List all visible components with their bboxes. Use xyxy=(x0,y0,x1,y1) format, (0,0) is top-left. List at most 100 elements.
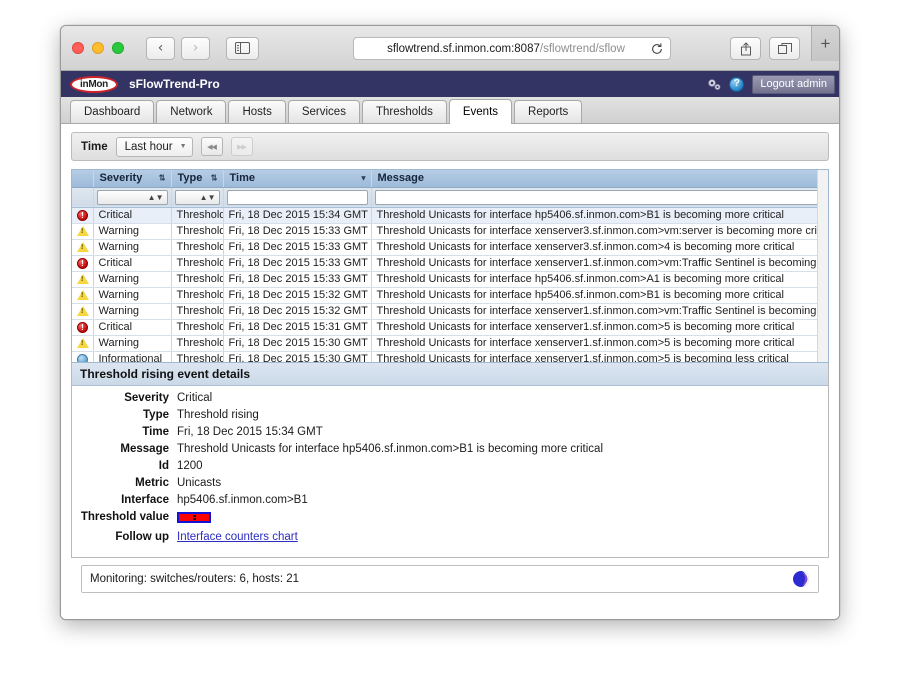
row-time: Fri, 18 Dec 2015 15:33 GMT xyxy=(223,271,372,288)
row-severity-icon-cell xyxy=(72,223,94,240)
table-row[interactable]: Warning Threshold Fri, 18 Dec 2015 15:30… xyxy=(72,335,828,352)
forward-button[interactable]: › xyxy=(181,36,210,60)
sidebar-toggle-button[interactable] xyxy=(226,36,259,60)
filter-severity-select[interactable]: ▲▼ xyxy=(96,189,168,205)
row-message: Threshold Unicasts for interface xenserv… xyxy=(371,351,828,362)
time-range-value: Last hour xyxy=(124,140,173,153)
detail-severity-label: Severity xyxy=(124,392,169,404)
row-severity: Warning xyxy=(93,223,172,240)
header-time[interactable]: Time ▾ xyxy=(223,170,372,188)
table-row[interactable]: ! Critical Threshold Fri, 18 Dec 2015 15… xyxy=(72,319,828,336)
warning-icon xyxy=(77,274,89,285)
app-header-controls: ? Logout admin xyxy=(706,71,835,97)
status-bar: Monitoring: switches/routers: 6, hosts: … xyxy=(81,565,819,593)
events-table-panel: Severity ⇅ Type ⇅ Time ▾ Message ▲▼ ▲▼ !… xyxy=(71,169,829,363)
chevron-down-icon: ▼ xyxy=(179,143,187,150)
tab-thresholds[interactable]: Thresholds xyxy=(361,100,447,123)
tab-reports[interactable]: Reports xyxy=(514,100,583,123)
detail-id: Id 1200 xyxy=(72,460,828,472)
filter-message-input[interactable] xyxy=(374,189,824,205)
warning-icon xyxy=(77,242,89,253)
detail-metric: Metric Unicasts xyxy=(72,477,828,489)
tab-dashboard[interactable]: Dashboard xyxy=(70,100,155,123)
header-message[interactable]: Message xyxy=(371,170,828,188)
row-message: Threshold Unicasts for interface hp5406.… xyxy=(371,287,828,304)
header-severity-label: Severity xyxy=(99,172,143,185)
row-severity-icon-cell xyxy=(72,335,94,352)
show-all-tabs-button[interactable] xyxy=(769,37,800,60)
row-time: Fri, 18 Dec 2015 15:33 GMT xyxy=(223,255,372,272)
tab-services[interactable]: Services xyxy=(287,100,360,123)
detail-interface: Interface hp5406.sf.inmon.com>B1 xyxy=(72,494,828,506)
filter-time-input[interactable] xyxy=(226,189,368,205)
event-details-panel: Threshold rising event details Severity … xyxy=(71,363,829,558)
tab-events[interactable]: Events xyxy=(448,99,513,124)
toolbar-right-controls: + xyxy=(730,26,839,61)
detail-interface-label: Interface xyxy=(121,494,169,506)
table-row[interactable]: Warning Threshold Fri, 18 Dec 2015 15:33… xyxy=(72,271,828,288)
header-severity[interactable]: Severity ⇅ xyxy=(93,170,172,188)
row-time: Fri, 18 Dec 2015 15:33 GMT xyxy=(223,239,372,256)
row-type: Threshold xyxy=(171,319,224,336)
time-prev-button[interactable]: ◀◀ xyxy=(200,137,223,156)
detail-type-value: Threshold rising xyxy=(177,409,259,421)
inmon-logo: inMon xyxy=(70,75,118,93)
row-time: Fri, 18 Dec 2015 15:33 GMT xyxy=(223,223,372,240)
table-row[interactable]: Warning Threshold Fri, 18 Dec 2015 15:33… xyxy=(72,223,828,240)
logout-button[interactable]: Logout admin xyxy=(752,74,835,94)
table-row[interactable]: Warning Threshold Fri, 18 Dec 2015 15:32… xyxy=(72,287,828,304)
monitoring-status-text: Monitoring: switches/routers: 6, hosts: … xyxy=(90,573,300,585)
row-severity-icon-cell xyxy=(72,351,94,362)
row-severity: Warning xyxy=(93,239,172,256)
row-message: Threshold Unicasts for interface xenserv… xyxy=(371,319,828,336)
share-button[interactable] xyxy=(730,37,761,60)
filter-type-select[interactable]: ▲▼ xyxy=(174,189,220,205)
table-row[interactable]: Warning Threshold Fri, 18 Dec 2015 15:32… xyxy=(72,303,828,320)
events-table-scrollbar[interactable] xyxy=(817,170,828,362)
header-type[interactable]: Type ⇅ xyxy=(171,170,224,188)
table-row[interactable]: Informational Threshold Fri, 18 Dec 2015… xyxy=(72,351,828,362)
row-severity: Warning xyxy=(93,303,172,320)
row-time: Fri, 18 Dec 2015 15:31 GMT xyxy=(223,319,372,336)
row-severity-icon-cell: ! xyxy=(72,255,94,272)
events-page: Time Last hour ▼ ◀◀ ▶▶ Severity ⇅ Type ⇅… xyxy=(61,124,839,619)
interface-counters-chart-link[interactable]: Interface counters chart xyxy=(177,531,298,543)
detail-time-label: Time xyxy=(142,426,169,438)
row-time: Fri, 18 Dec 2015 15:30 GMT xyxy=(223,351,372,362)
row-time: Fri, 18 Dec 2015 15:34 GMT xyxy=(223,207,372,224)
table-row[interactable]: Warning Threshold Fri, 18 Dec 2015 15:33… xyxy=(72,239,828,256)
row-type: Threshold xyxy=(171,239,224,256)
table-row[interactable]: ! Critical Threshold Fri, 18 Dec 2015 15… xyxy=(72,207,828,224)
forward-chevron-icon: › xyxy=(192,40,199,56)
gears-icon[interactable] xyxy=(706,77,723,92)
back-button[interactable]: ‹ xyxy=(146,36,175,60)
close-window-button[interactable] xyxy=(72,42,84,54)
reload-icon[interactable] xyxy=(650,42,664,56)
header-message-label: Message xyxy=(377,172,424,185)
maximize-window-button[interactable] xyxy=(112,42,124,54)
row-type: Threshold xyxy=(171,255,224,272)
sflowtrend-moon-icon[interactable] xyxy=(792,570,810,588)
new-tab-button[interactable]: + xyxy=(811,26,839,61)
detail-id-label: Id xyxy=(158,460,169,472)
help-icon[interactable]: ? xyxy=(729,76,745,92)
url-text: sflowtrend.sf.inmon.com:8087/sflowtrend/… xyxy=(362,43,650,55)
time-next-button[interactable]: ▶▶ xyxy=(230,137,253,156)
url-path: /sflowtrend/sflow xyxy=(539,42,625,55)
row-severity-icon-cell xyxy=(72,287,94,304)
main-tab-bar: Dashboard Network Hosts Services Thresho… xyxy=(61,97,839,124)
row-message: Threshold Unicasts for interface xenserv… xyxy=(371,223,828,240)
table-row[interactable]: ! Critical Threshold Fri, 18 Dec 2015 15… xyxy=(72,255,828,272)
sort-icon-time-desc: ▾ xyxy=(361,173,366,183)
row-severity: Warning xyxy=(93,271,172,288)
event-details-body: Severity Critical Type Threshold rising … xyxy=(72,386,828,543)
address-bar[interactable]: sflowtrend.sf.inmon.com:8087/sflowtrend/… xyxy=(353,37,671,60)
detail-time: Time Fri, 18 Dec 2015 15:34 GMT xyxy=(72,426,828,438)
detail-type: Type Threshold rising xyxy=(72,409,828,421)
back-chevron-icon: ‹ xyxy=(157,40,164,56)
minimize-window-button[interactable] xyxy=(92,42,104,54)
tab-hosts[interactable]: Hosts xyxy=(228,100,286,123)
tab-network[interactable]: Network xyxy=(156,100,227,123)
time-range-select[interactable]: Last hour ▼ xyxy=(115,136,193,157)
filter-severity-caret-icon: ▲▼ xyxy=(147,192,164,202)
